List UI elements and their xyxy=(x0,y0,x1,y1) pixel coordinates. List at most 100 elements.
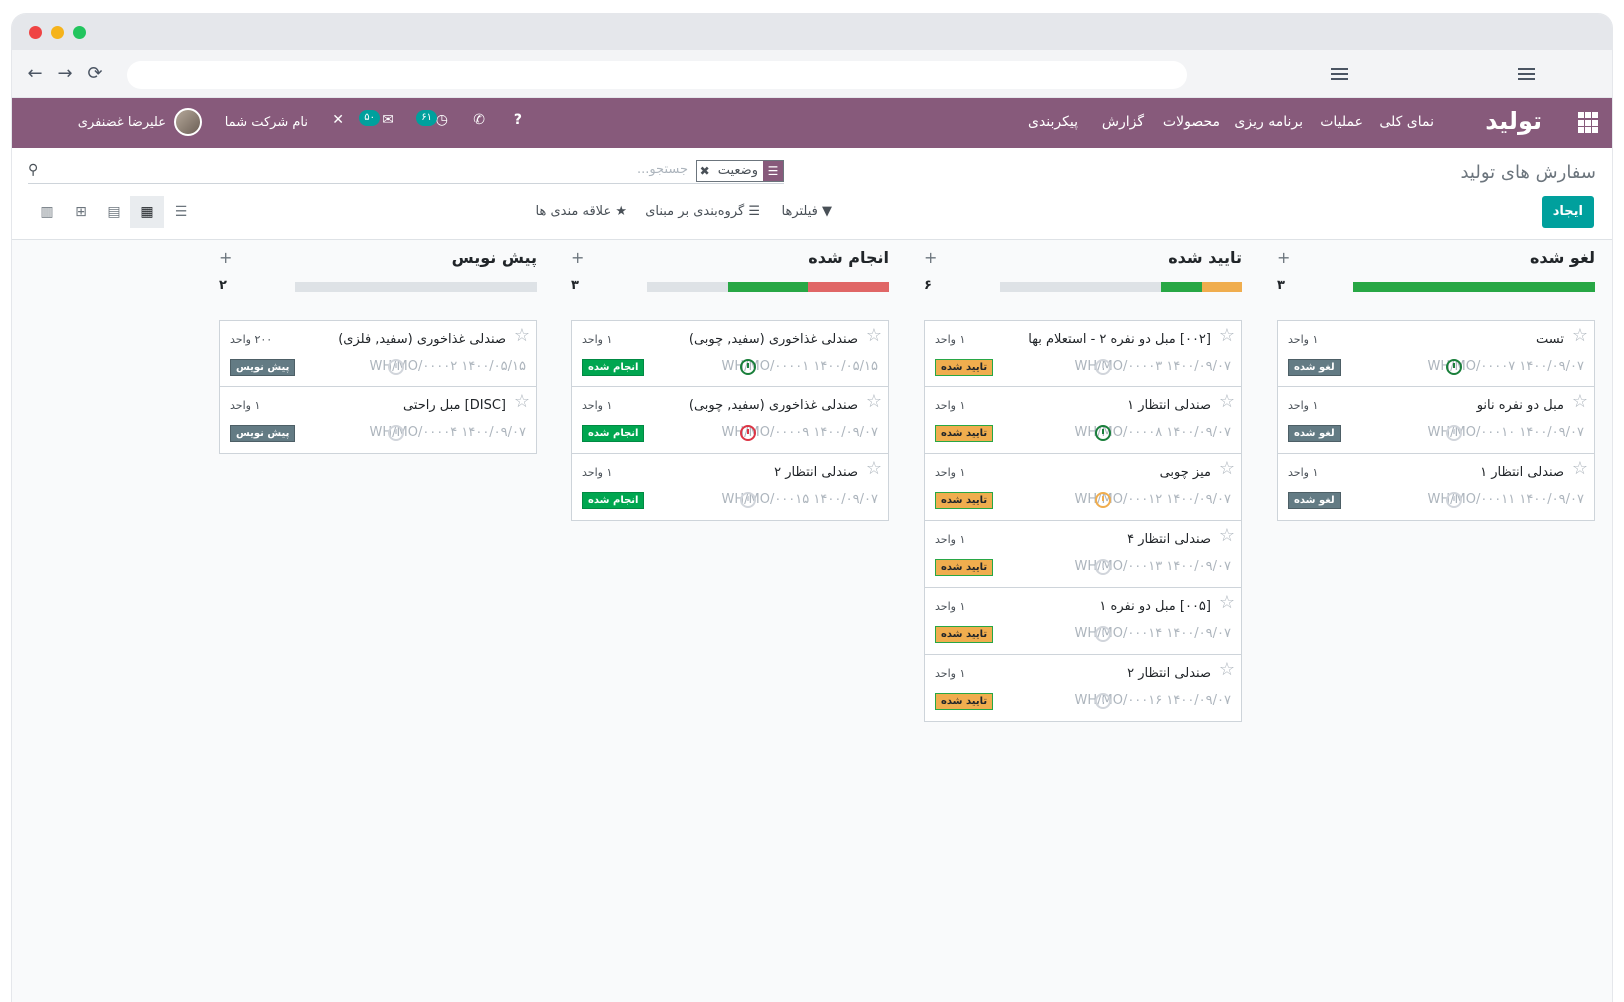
progress-segment[interactable] xyxy=(1353,282,1595,292)
kanban-view-icon[interactable]: ▦ xyxy=(130,196,164,228)
phone-icon[interactable]: ✆ xyxy=(473,112,485,128)
progress-segment[interactable] xyxy=(1161,282,1202,292)
column-title[interactable]: انجام شده xyxy=(808,248,889,267)
activity-clock-icon[interactable] xyxy=(740,492,756,508)
list-view-icon[interactable]: ☰ xyxy=(164,196,198,228)
debug-tools-icon[interactable]: ✕ xyxy=(332,112,344,128)
avatar[interactable] xyxy=(174,108,202,136)
priority-star-icon[interactable]: ☆ xyxy=(1219,325,1235,346)
activity-clock-icon[interactable] xyxy=(1446,425,1462,441)
url-bar[interactable] xyxy=(127,61,1187,89)
kanban-card[interactable]: ☆ [۰۰۲] مبل دو نفره ۲ - استعلام بها ۱ واحد… xyxy=(924,320,1242,387)
chat-icon[interactable]: ✉ xyxy=(382,112,394,128)
forward-arrow-icon[interactable]: → xyxy=(53,62,77,86)
minimize-window-button[interactable] xyxy=(51,26,64,39)
kanban-card[interactable]: ☆ [DISC] مبل راحتی ۱ واحد WH/MO/۰۰۰۰۴ ۱۴۰۰/… xyxy=(219,387,537,454)
column-title[interactable]: لغو شده xyxy=(1530,248,1595,267)
activity-clock-icon[interactable] xyxy=(1446,359,1462,375)
search-facet[interactable]: ☰ وضعیت ✖ xyxy=(695,160,784,182)
kanban-card[interactable]: ☆ صندلی انتظار ۴۱ واحد WH/MO/۰۰۰۱۳ ۱۴۰۰/۰۹… xyxy=(924,521,1242,588)
priority-star-icon[interactable]: ☆ xyxy=(1219,391,1235,412)
priority-star-icon[interactable]: ☆ xyxy=(1219,659,1235,680)
calendar-view-icon[interactable]: ▤ xyxy=(97,196,131,228)
card-list: ☆ صندلی غذاخوری (سفید, چوبی) ۱ واحد WH/MO/۰… xyxy=(571,320,889,521)
priority-star-icon[interactable]: ☆ xyxy=(1219,525,1235,546)
kanban-card[interactable]: ☆ صندلی انتظار ۱۱ واحد WH/MO/۰۰۰۱۱ ۱۴۰۰/۰۹… xyxy=(1277,454,1595,521)
priority-star-icon[interactable]: ☆ xyxy=(514,391,530,412)
kanban-card[interactable]: ☆ [۰۰۵] مبل دو نفره ۱۱ واحد WH/MO/۰۰۰۱۴ ۱۴… xyxy=(924,588,1242,655)
menu-reporting[interactable]: گزارش xyxy=(1102,114,1144,130)
quick-create-icon[interactable]: + xyxy=(571,248,584,267)
graph-view-icon[interactable]: ▥ xyxy=(30,196,64,228)
activity-clock-icon[interactable] xyxy=(1095,359,1111,375)
activity-clock-icon[interactable] xyxy=(388,425,404,441)
kanban-card[interactable]: ☆ صندلی انتظار ۲۱ واحد WH/MO/۰۰۰۱۵ ۱۴۰۰/۰۹… xyxy=(571,454,889,521)
activity-clock-icon[interactable] xyxy=(388,359,404,375)
quick-create-icon[interactable]: + xyxy=(219,248,232,267)
activity-clock-icon[interactable] xyxy=(740,359,756,375)
priority-star-icon[interactable]: ☆ xyxy=(866,325,882,346)
activity-clock-icon[interactable] xyxy=(740,425,756,441)
status-badge: تایید شده xyxy=(935,693,994,710)
priority-star-icon[interactable]: ☆ xyxy=(1572,325,1588,346)
priority-star-icon[interactable]: ☆ xyxy=(1219,592,1235,613)
activity-clock-icon[interactable]: ◷ xyxy=(436,112,448,128)
kanban-card[interactable]: ☆ صندلی غذاخوری (سفید, چوبی) ۱ واحد WH/MO/۰… xyxy=(571,320,889,387)
priority-star-icon[interactable]: ☆ xyxy=(1572,458,1588,479)
menu-operations[interactable]: عملیات xyxy=(1320,114,1363,130)
progress-segment[interactable] xyxy=(1201,282,1242,292)
card-title: تست xyxy=(1536,332,1564,347)
column-title[interactable]: تایید شده xyxy=(1168,248,1242,267)
kanban-card[interactable]: ☆ صندلی انتظار ۲۱ واحد WH/MO/۰۰۰۱۶ ۱۴۰۰/۰۹… xyxy=(924,655,1242,722)
close-window-button[interactable] xyxy=(29,26,42,39)
kanban-card[interactable]: ☆ صندلی غذاخوری (سفید, چوبی) ۱ واحد WH/MO/۰… xyxy=(571,387,889,454)
column-progress-bar[interactable] xyxy=(1000,282,1242,292)
kanban-card[interactable]: ☆ صندلی غذاخوری (سفید, فلزی) ۲۰۰ واحد WH/MO… xyxy=(219,320,537,387)
help-icon[interactable]: ? xyxy=(514,112,522,128)
search-input[interactable]: جستجو... xyxy=(637,162,688,177)
progress-segment[interactable] xyxy=(727,282,809,292)
priority-star-icon[interactable]: ☆ xyxy=(866,458,882,479)
app-brand[interactable]: تولید xyxy=(1485,107,1542,135)
hamburger-menu-icon[interactable] xyxy=(1328,62,1352,86)
search-icon[interactable]: ⚲ xyxy=(28,162,38,178)
activity-clock-icon[interactable] xyxy=(1095,626,1111,642)
menu-overview[interactable]: نمای کلی xyxy=(1379,114,1434,130)
quick-create-icon[interactable]: + xyxy=(924,248,937,267)
menu-configuration[interactable]: پیکربندی xyxy=(1028,114,1078,130)
activity-clock-icon[interactable] xyxy=(1446,492,1462,508)
column-progress-bar[interactable] xyxy=(1353,282,1595,292)
remove-facet-icon[interactable]: ✖ xyxy=(697,161,713,181)
activity-clock-icon[interactable] xyxy=(1095,559,1111,575)
kanban-card[interactable]: ☆ میز چوبی ۱ واحد WH/MO/۰۰۰۱۲ ۱۴۰۰/۰۹/۰۷ تای… xyxy=(924,454,1242,521)
create-button[interactable]: ایجاد xyxy=(1541,196,1594,228)
groupby-button[interactable]: ☰ گروه‌بندی بر مبنای xyxy=(645,204,760,219)
maximize-window-button[interactable] xyxy=(73,26,86,39)
progress-segment[interactable] xyxy=(808,282,889,292)
priority-star-icon[interactable]: ☆ xyxy=(1572,391,1588,412)
priority-star-icon[interactable]: ☆ xyxy=(514,325,530,346)
reload-icon[interactable]: ⟳ xyxy=(83,62,107,86)
filters-button[interactable]: ▼ فیلترها xyxy=(782,204,833,219)
kanban-card[interactable]: ☆ صندلی انتظار ۱۱ واحد WH/MO/۰۰۰۰۸ ۱۴۰۰/۰۹… xyxy=(924,387,1242,454)
kanban-card[interactable]: ☆ مبل دو نفره نانو ۱ واحد WH/MO/۰۰۰۱۰ ۱۴۰۰/… xyxy=(1277,387,1595,454)
activity-clock-icon[interactable] xyxy=(1095,693,1111,709)
favorites-button[interactable]: ★ علاقه مندی ها xyxy=(536,204,627,219)
menu-planning[interactable]: برنامه ریزی xyxy=(1234,114,1303,130)
menu-products[interactable]: محصولات xyxy=(1163,114,1220,130)
kanban-card[interactable]: ☆ تست ۱ واحد WH/MO/۰۰۰۰۷ ۱۴۰۰/۰۹/۰۷ لغو شده xyxy=(1277,320,1595,387)
apps-grid-icon[interactable] xyxy=(1576,112,1598,134)
user-name[interactable]: علیرضا غضنفری xyxy=(78,115,166,130)
column-progress-bar[interactable] xyxy=(295,282,537,292)
browser-menu-icon[interactable] xyxy=(1515,62,1539,86)
activity-clock-icon[interactable] xyxy=(1095,425,1111,441)
pivot-view-icon[interactable]: ⊞ xyxy=(64,196,98,228)
column-title[interactable]: پیش نویس xyxy=(452,248,537,267)
priority-star-icon[interactable]: ☆ xyxy=(1219,458,1235,479)
company-name[interactable]: نام شرکت شما xyxy=(225,115,308,130)
activity-clock-icon[interactable] xyxy=(1095,492,1111,508)
priority-star-icon[interactable]: ☆ xyxy=(866,391,882,412)
back-arrow-icon[interactable]: ← xyxy=(23,62,47,86)
quick-create-icon[interactable]: + xyxy=(1277,248,1290,267)
column-progress-bar[interactable] xyxy=(647,282,889,292)
